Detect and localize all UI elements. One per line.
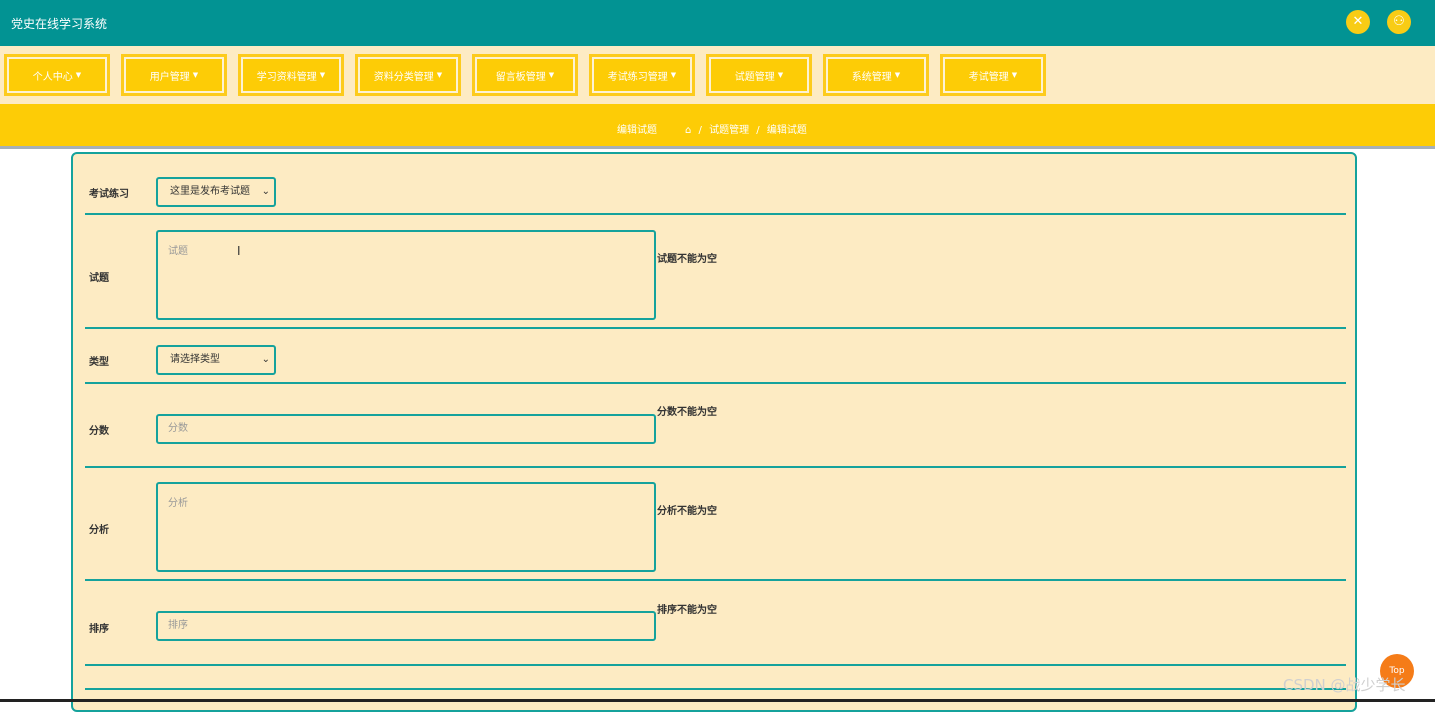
nav-item-label: 系统管理 <box>851 71 892 83</box>
caret-down-icon: ▼ <box>1011 71 1018 79</box>
analysis-textarea[interactable]: 分析 <box>156 482 656 572</box>
breadcrumb-separator: / <box>698 125 702 136</box>
fullscreen-icon[interactable]: ✕ <box>1346 10 1370 34</box>
row-divider <box>85 579 1346 581</box>
row-divider <box>85 664 1346 666</box>
breadcrumb-bar: 编辑试题 ⌂ / 试题管理 / 编辑试题 <box>0 104 1435 149</box>
breadcrumb-item-question-management[interactable]: 试题管理 <box>709 125 749 136</box>
watermark: CSDN @战少学长 <box>1283 676 1406 694</box>
question-label: 试题 <box>89 273 109 284</box>
question-placeholder: 试题 <box>168 246 188 257</box>
home-icon[interactable]: ⌂ <box>685 125 691 136</box>
analysis-label: 分析 <box>89 525 109 536</box>
score-label: 分数 <box>89 426 109 437</box>
exam-select-value: 这里是发布考试题 <box>170 186 250 197</box>
question-error: 试题不能为空 <box>657 254 717 265</box>
text-cursor-icon: I <box>237 244 241 258</box>
chevron-down-icon: ⌄ <box>261 354 270 365</box>
type-select-value: 请选择类型 <box>170 354 220 365</box>
caret-down-icon: ▼ <box>75 71 82 79</box>
nav-item-exam-management[interactable]: 考试管理 ▼ <box>940 54 1046 96</box>
row-divider <box>85 466 1346 468</box>
row-divider <box>85 213 1346 215</box>
breadcrumb: ⌂ / 试题管理 / 编辑试题 <box>685 121 807 136</box>
order-error: 排序不能为空 <box>657 605 717 616</box>
nav-item-label: 个人中心 <box>32 71 73 83</box>
user-icon[interactable]: ⚇ <box>1387 10 1411 34</box>
nav-item-exam-practice-management[interactable]: 考试练习管理 ▼ <box>589 54 695 96</box>
exam-select[interactable]: 这里是发布考试题 ⌄ <box>156 177 276 207</box>
order-label: 排序 <box>89 624 109 635</box>
breadcrumb-separator: / <box>756 125 760 136</box>
top-header: 党史在线学习系统 ✕ ⚇ <box>0 0 1435 46</box>
order-placeholder: 排序 <box>168 620 188 631</box>
score-placeholder: 分数 <box>168 423 188 434</box>
breadcrumb-item-edit-question: 编辑试题 <box>766 125 807 136</box>
analysis-error: 分析不能为空 <box>657 506 717 517</box>
nav-item-label: 资料分类管理 <box>373 71 434 83</box>
edit-question-form: 考试练习 这里是发布考试题 ⌄ 试题 试题 I 试题不能为空 类型 请选择类型 … <box>71 152 1357 712</box>
caret-down-icon: ▼ <box>777 71 784 79</box>
nav-item-system-management[interactable]: 系统管理 ▼ <box>823 54 929 96</box>
type-label: 类型 <box>89 357 109 368</box>
order-input[interactable]: 排序 <box>156 611 656 641</box>
nav-item-user-management[interactable]: 用户管理 ▼ <box>121 54 227 96</box>
question-textarea[interactable]: 试题 <box>156 230 656 320</box>
row-divider <box>85 688 1346 690</box>
score-error: 分数不能为空 <box>657 407 717 418</box>
chevron-down-icon: ⌄ <box>261 186 270 197</box>
score-input[interactable]: 分数 <box>156 414 656 444</box>
nav-item-personal-center[interactable]: 个人中心 ▼ <box>4 54 110 96</box>
page-title: 编辑试题 <box>617 125 657 136</box>
app-title: 党史在线学习系统 <box>11 17 108 31</box>
caret-down-icon: ▼ <box>436 71 443 79</box>
nav-item-label: 学习资料管理 <box>256 71 317 83</box>
caret-down-icon: ▼ <box>548 71 555 79</box>
nav-item-label: 考试管理 <box>968 71 1009 83</box>
nav-item-study-material-management[interactable]: 学习资料管理 ▼ <box>238 54 344 96</box>
main-nav: 个人中心 ▼ 用户管理 ▼ 学习资料管理 ▼ 资料分类管理 ▼ 留言板管理 ▼ 考试练习管… <box>0 46 1435 104</box>
row-divider <box>85 382 1346 384</box>
nav-item-message-board-management[interactable]: 留言板管理 ▼ <box>472 54 578 96</box>
type-select[interactable]: 请选择类型 ⌄ <box>156 345 276 375</box>
nav-item-label: 用户管理 <box>149 71 190 83</box>
caret-down-icon: ▼ <box>319 71 326 79</box>
analysis-placeholder: 分析 <box>168 498 188 509</box>
nav-item-material-category-management[interactable]: 资料分类管理 ▼ <box>355 54 461 96</box>
nav-item-question-management[interactable]: 试题管理 ▼ <box>706 54 812 96</box>
nav-item-label: 考试练习管理 <box>607 71 668 83</box>
caret-down-icon: ▼ <box>670 71 677 79</box>
caret-down-icon: ▼ <box>894 71 901 79</box>
exam-label: 考试练习 <box>89 189 129 200</box>
nav-item-label: 试题管理 <box>734 71 775 83</box>
row-divider <box>85 327 1346 329</box>
caret-down-icon: ▼ <box>192 71 199 79</box>
nav-item-label: 留言板管理 <box>495 71 546 83</box>
